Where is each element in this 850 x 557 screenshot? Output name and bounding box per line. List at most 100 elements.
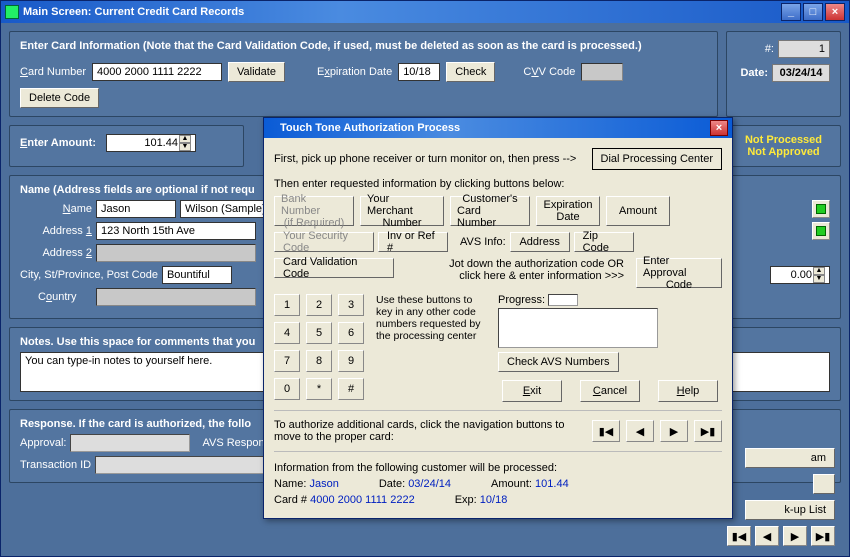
main-nav-last[interactable]: ▶▮ xyxy=(811,526,835,546)
jot-line2: click here & enter information >>> xyxy=(406,270,624,282)
keypad: 1 2 3 4 5 6 7 8 9 0 * # xyxy=(274,294,364,400)
lookup-list-button[interactable]: k-up List xyxy=(745,500,835,520)
expiration-input[interactable]: 10/18 xyxy=(398,63,440,81)
dial-instruction: First, pick up phone receiver or turn mo… xyxy=(274,153,586,165)
key-8[interactable]: 8 xyxy=(306,350,332,372)
side-btn-am[interactable]: am xyxy=(745,448,835,468)
key-2[interactable]: 2 xyxy=(306,294,332,316)
key-5[interactable]: 5 xyxy=(306,322,332,344)
jot-line1: Jot down the authorization code OR xyxy=(406,258,624,270)
keypad-note: Use these buttons to key in any other co… xyxy=(376,294,486,342)
key-hash[interactable]: # xyxy=(338,378,364,400)
cvv-label: CVV Code xyxy=(523,66,575,78)
name-action-icon[interactable] xyxy=(812,200,830,218)
card-info-panel: Enter Card Information (Note that the Ca… xyxy=(9,31,718,117)
approval-value xyxy=(70,434,190,452)
address-button[interactable]: Address xyxy=(510,232,570,252)
main-titlebar: Main Screen: Current Credit Card Records… xyxy=(1,1,849,23)
record-num-label: #: xyxy=(765,43,774,55)
key-3[interactable]: 3 xyxy=(338,294,364,316)
card-validation-button[interactable]: Card Validation Code xyxy=(274,258,394,278)
side-btn-blank[interactable] xyxy=(813,474,835,494)
avs-label: AVS Respons xyxy=(202,437,270,449)
city-input[interactable]: Bountiful xyxy=(162,266,232,284)
dialog-icon xyxy=(268,122,280,134)
close-button[interactable]: × xyxy=(825,3,845,21)
key-6[interactable]: 6 xyxy=(338,322,364,344)
main-nav-next[interactable]: ▶ xyxy=(783,526,807,546)
minimize-button[interactable]: _ xyxy=(781,3,801,21)
status-processed: Not Processed xyxy=(737,134,830,146)
dlg-nav-next[interactable]: ▶ xyxy=(660,420,688,442)
security-code-button[interactable]: Your Security Code xyxy=(274,232,374,252)
key-star[interactable]: * xyxy=(306,378,332,400)
transaction-label: Transaction ID xyxy=(20,459,91,471)
help-button[interactable]: Help xyxy=(658,380,718,402)
expiration-button[interactable]: ExpirationDate xyxy=(536,196,600,226)
name-label: Name xyxy=(20,203,92,215)
main-nav-prev[interactable]: ◀ xyxy=(755,526,779,546)
info-name: Jason xyxy=(309,478,338,490)
dlg-nav-first[interactable]: ▮◀ xyxy=(592,420,620,442)
cvv-input[interactable] xyxy=(581,63,623,81)
key-0[interactable]: 0 xyxy=(274,378,300,400)
amount-up[interactable]: ▲ xyxy=(179,135,191,143)
zip-button[interactable]: Zip Code xyxy=(574,232,634,252)
dial-processing-button[interactable]: Dial Processing Center xyxy=(592,148,723,170)
main-window: Main Screen: Current Credit Card Records… xyxy=(0,0,850,557)
record-date-label: Date: xyxy=(740,67,768,79)
maximize-button[interactable]: □ xyxy=(803,3,823,21)
delete-code-button[interactable]: Delete Code xyxy=(20,88,99,108)
status-approved: Not Approved xyxy=(737,146,830,158)
check-button[interactable]: Check xyxy=(446,62,495,82)
doc-icon xyxy=(816,226,826,236)
approval-label: Approval: xyxy=(20,437,66,449)
main-title: Main Screen: Current Credit Card Records xyxy=(23,6,781,18)
key-9[interactable]: 9 xyxy=(338,350,364,372)
status-panel: Not Processed Not Approved xyxy=(726,125,841,167)
key-1[interactable]: 1 xyxy=(274,294,300,316)
info-card: 4000 2000 1111 2222 xyxy=(310,494,415,506)
avs-info-label: AVS Info: xyxy=(460,236,506,248)
info-heading: Information from the following customer … xyxy=(274,460,722,476)
dialog-body: First, pick up phone receiver or turn mo… xyxy=(264,138,732,518)
addr1-action-icon[interactable] xyxy=(812,222,830,240)
nav-instruction: To authorize additional cards, click the… xyxy=(274,419,584,443)
country-input[interactable] xyxy=(96,288,256,306)
main-nav-first[interactable]: ▮◀ xyxy=(727,526,751,546)
customer-info-block: Information from the following customer … xyxy=(274,460,722,508)
name-first-input[interactable]: Jason xyxy=(96,200,176,218)
progress-bar xyxy=(548,294,578,306)
merchant-number-button[interactable]: Your MerchantNumber xyxy=(360,196,444,226)
addr2-input[interactable] xyxy=(96,244,256,262)
info-date: 03/24/14 xyxy=(408,478,451,490)
addr1-label: Address 1 xyxy=(20,225,92,237)
key-4[interactable]: 4 xyxy=(274,322,300,344)
amount-input[interactable]: 101.44 ▲▼ xyxy=(106,134,196,152)
customer-card-button[interactable]: Customer'sCard Number xyxy=(450,196,530,226)
amount-label: Enter Amount: xyxy=(20,137,96,149)
check-avs-button[interactable]: Check AVS Numbers xyxy=(498,352,619,372)
enter-approval-button[interactable]: Enter ApprovalCode xyxy=(636,258,722,288)
expiration-label: Expiration Date xyxy=(317,66,392,78)
amount-button[interactable]: Amount xyxy=(606,196,670,226)
dialog-title: Touch Tone Authorization Process xyxy=(280,122,710,134)
inv-ref-button[interactable]: Inv or Ref # xyxy=(378,232,448,252)
progress-label: Progress: xyxy=(498,294,545,306)
addr1-input[interactable]: 123 North 15th Ave xyxy=(96,222,256,240)
dlg-nav-prev[interactable]: ◀ xyxy=(626,420,654,442)
bank-number-button[interactable]: Bank Number(if Required) xyxy=(274,196,354,226)
cancel-button[interactable]: Cancel xyxy=(580,380,640,402)
dialog-close-button[interactable]: × xyxy=(710,120,728,136)
exit-button[interactable]: Exit xyxy=(502,380,562,402)
amount-down[interactable]: ▼ xyxy=(179,143,191,151)
city-label: City, St/Province, Post Code xyxy=(20,269,158,281)
key-7[interactable]: 7 xyxy=(274,350,300,372)
dialog-titlebar: Touch Tone Authorization Process × xyxy=(264,118,732,138)
dlg-nav-last[interactable]: ▶▮ xyxy=(694,420,722,442)
misc-spinner[interactable]: 0.00 ▲▼ xyxy=(770,266,830,284)
card-number-input[interactable]: 4000 2000 1111 2222 xyxy=(92,63,222,81)
amount-panel: Enter Amount: 101.44 ▲▼ xyxy=(9,125,244,167)
validate-button[interactable]: Validate xyxy=(228,62,285,82)
card-info-heading: Enter Card Information (Note that the Ca… xyxy=(20,40,707,52)
